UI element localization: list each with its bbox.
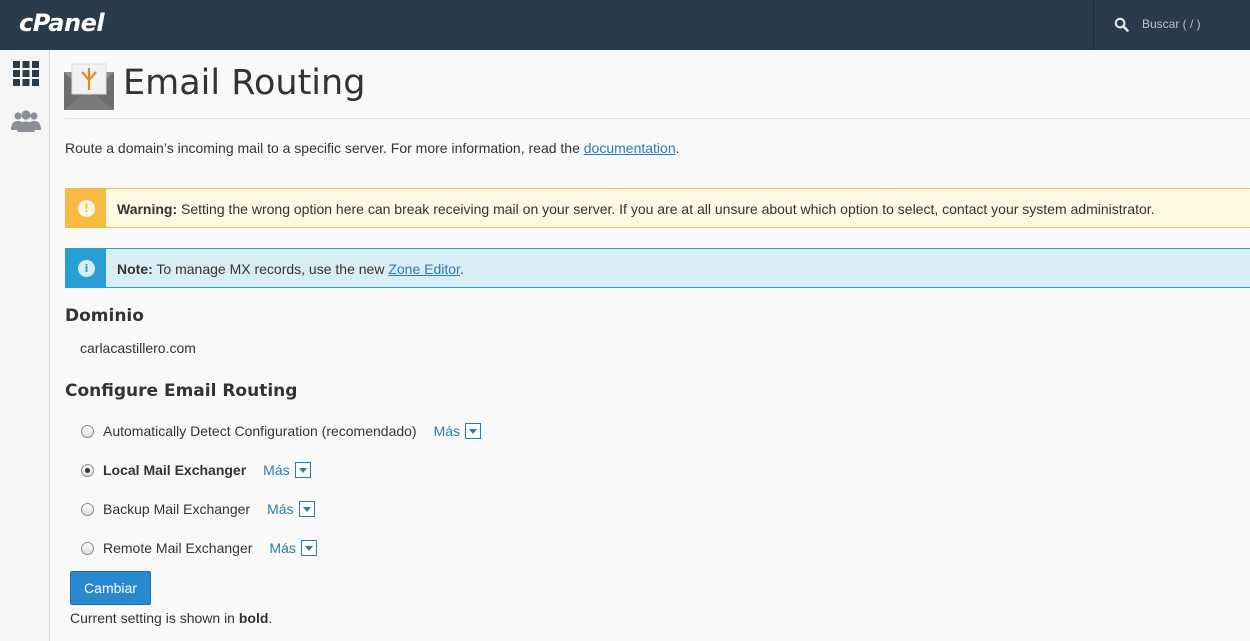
radio-auto-detect[interactable] bbox=[81, 424, 94, 438]
more-label[interactable]: Más bbox=[267, 501, 293, 517]
page-description: Route a domain’s incoming mail to a spec… bbox=[65, 140, 680, 156]
more-toggle[interactable]: Más bbox=[263, 462, 311, 478]
footnote-text: Current setting is shown in bbox=[70, 610, 239, 626]
zone-editor-link[interactable]: Zone Editor bbox=[388, 261, 460, 277]
documentation-link[interactable]: documentation bbox=[584, 140, 676, 156]
search-box[interactable]: Buscar ( / ) bbox=[1093, 0, 1250, 50]
note-label: Note: bbox=[117, 261, 153, 277]
email-routing-icon bbox=[64, 63, 114, 110]
radio-local[interactable] bbox=[81, 463, 94, 477]
note-end: . bbox=[459, 261, 464, 277]
search-icon bbox=[1114, 17, 1129, 32]
info-icon: i bbox=[78, 260, 95, 277]
option-label[interactable]: Remote Mail Exchanger bbox=[103, 540, 252, 556]
option-label[interactable]: Local Mail Exchanger bbox=[103, 462, 246, 478]
more-toggle[interactable]: Más bbox=[267, 501, 315, 517]
footnote-bold: bold bbox=[238, 610, 269, 626]
note-text: Note: To manage MX records, use the new … bbox=[117, 261, 464, 277]
radio-backup[interactable] bbox=[81, 502, 94, 516]
domain-value: carlacastillero.com bbox=[80, 340, 196, 356]
title-divider bbox=[65, 118, 1250, 119]
warning-message: Setting the wrong option here can break … bbox=[177, 201, 1155, 217]
sidebar bbox=[0, 50, 50, 641]
option-remote[interactable]: Remote Mail Exchanger Más bbox=[80, 537, 317, 559]
warning-icon: ! bbox=[78, 200, 95, 217]
top-bar: cPanel Buscar ( / ) bbox=[0, 0, 1250, 50]
change-button[interactable]: Cambiar bbox=[70, 571, 151, 605]
page-title: Email Routing bbox=[123, 63, 366, 103]
routing-heading: Configure Email Routing bbox=[65, 381, 298, 401]
more-label[interactable]: Más bbox=[263, 462, 289, 478]
main-content: Email Routing Route a domain’s incoming … bbox=[50, 50, 1250, 641]
chevron-down-icon[interactable] bbox=[465, 423, 482, 439]
option-label[interactable]: Automatically Detect Configuration (reco… bbox=[103, 423, 417, 439]
option-label[interactable]: Backup Mail Exchanger bbox=[103, 501, 250, 517]
option-local[interactable]: Local Mail Exchanger Más bbox=[80, 459, 311, 481]
current-setting-note: Current setting is shown in bold. bbox=[70, 610, 272, 626]
chevron-down-icon[interactable] bbox=[298, 501, 315, 517]
more-toggle[interactable]: Más bbox=[434, 423, 482, 439]
info-icon-box: i bbox=[66, 249, 106, 287]
radio-remote[interactable] bbox=[81, 541, 94, 555]
warning-alert: ! Warning: Setting the wrong option here… bbox=[65, 188, 1250, 228]
description-end: . bbox=[675, 140, 680, 156]
grid-icon[interactable] bbox=[10, 58, 42, 88]
note-message: To manage MX records, use the new bbox=[152, 261, 389, 277]
more-label[interactable]: Más bbox=[269, 540, 295, 556]
more-toggle[interactable]: Más bbox=[269, 540, 317, 556]
chevron-down-icon[interactable] bbox=[300, 540, 317, 556]
footnote-end: . bbox=[268, 610, 273, 626]
domain-heading: Dominio bbox=[65, 306, 144, 326]
search-placeholder: Buscar ( / ) bbox=[1142, 17, 1201, 31]
warning-label: Warning: bbox=[117, 201, 178, 217]
chevron-down-icon[interactable] bbox=[294, 462, 311, 478]
warning-icon-box: ! bbox=[66, 189, 106, 227]
description-text: Route a domain’s incoming mail to a spec… bbox=[65, 140, 584, 156]
more-label[interactable]: Más bbox=[434, 423, 460, 439]
note-alert: i Note: To manage MX records, use the ne… bbox=[65, 248, 1250, 288]
users-icon[interactable] bbox=[10, 106, 42, 136]
cpanel-logo[interactable]: cPanel bbox=[19, 9, 105, 37]
option-backup[interactable]: Backup Mail Exchanger Más bbox=[80, 498, 315, 520]
warning-text: Warning: Setting the wrong option here c… bbox=[117, 201, 1155, 217]
option-auto-detect[interactable]: Automatically Detect Configuration (reco… bbox=[80, 420, 482, 442]
